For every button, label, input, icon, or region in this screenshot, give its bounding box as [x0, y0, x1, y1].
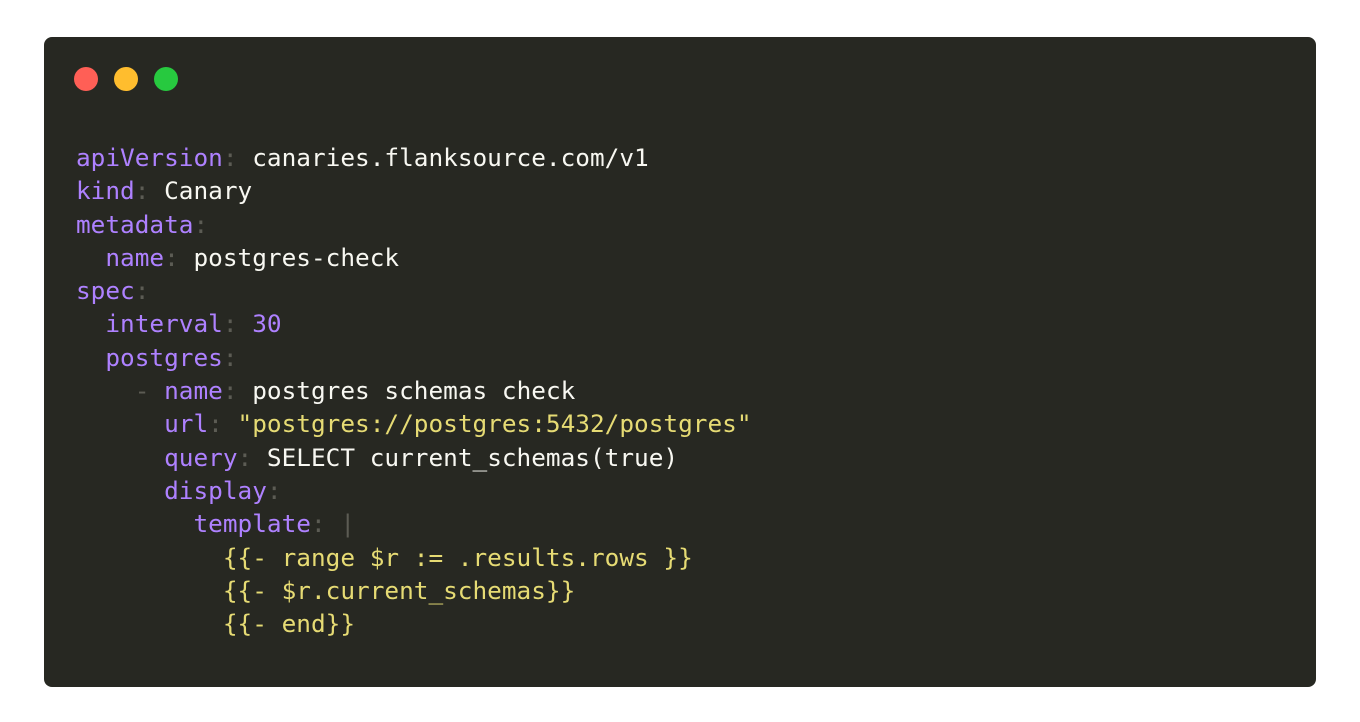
code-line: spec:: [76, 274, 752, 307]
yaml-colon: :: [266, 475, 282, 505]
yaml-value: Canary: [164, 176, 253, 206]
code-line: - name: postgres schemas check: [76, 374, 752, 407]
code-line: url: "postgres://postgres:5432/postgres": [76, 407, 752, 440]
code-line: template: |: [76, 507, 752, 540]
yaml-colon: :: [237, 442, 253, 472]
yaml-colon: :: [134, 276, 150, 306]
yaml-block-indicator: |: [340, 509, 356, 539]
yaml-colon: :: [208, 409, 223, 439]
yaml-key: name: [164, 376, 223, 406]
yaml-colon: :: [164, 242, 179, 272]
window-controls: [74, 67, 178, 91]
yaml-value: canaries.flanksource.com/v1: [252, 143, 649, 172]
code-line: interval: 30: [76, 307, 752, 340]
yaml-colon: :: [193, 209, 209, 239]
yaml-key: url: [164, 409, 209, 439]
template-text: {{- end}}: [222, 609, 356, 639]
yaml-key: kind: [76, 176, 135, 206]
code-line: {{- $r.current_schemas}}: [76, 574, 752, 607]
template-text: {{- $r.current_schemas}}: [222, 575, 576, 605]
yaml-value: postgres schemas check: [252, 376, 576, 406]
yaml-number: 30: [252, 309, 282, 339]
yaml-key: interval: [105, 309, 223, 339]
template-text: {{- range $r := .results.rows }}: [222, 542, 693, 572]
yaml-key: apiVersion: [76, 143, 223, 172]
code-line: {{- range $r := .results.rows }}: [76, 541, 752, 574]
yaml-colon: :: [310, 509, 326, 539]
code-line: {{- end}}: [76, 607, 752, 640]
minimize-button[interactable]: [114, 67, 138, 91]
yaml-key: name: [105, 242, 165, 272]
yaml-colon: :: [222, 376, 238, 406]
yaml-key: metadata: [76, 209, 194, 239]
code-line: name: postgres-check: [76, 241, 752, 274]
yaml-key: display: [164, 475, 267, 505]
code-block: apiVersion: canaries.flanksource.com/v1 k…: [76, 141, 752, 640]
yaml-key: spec: [76, 276, 135, 306]
code-line: postgres:: [76, 341, 752, 374]
code-line: metadata:: [76, 208, 752, 241]
yaml-value: postgres-check: [193, 242, 400, 272]
yaml-string: "postgres://postgres:5432/postgres": [237, 409, 752, 439]
code-window: apiVersion: canaries.flanksource.com/v1 k…: [44, 37, 1316, 687]
code-line: kind: Canary: [76, 174, 752, 207]
yaml-list-dash: -: [134, 376, 150, 406]
code-line: apiVersion: canaries.flanksource.com/v1: [76, 141, 752, 174]
code-line: query: SELECT current_schemas(true): [76, 441, 752, 474]
yaml-colon: :: [222, 309, 238, 339]
close-button[interactable]: [74, 67, 98, 91]
yaml-colon: :: [222, 342, 238, 372]
yaml-key: query: [164, 442, 238, 472]
yaml-value: SELECT current_schemas(true): [266, 442, 679, 472]
zoom-button[interactable]: [154, 67, 178, 91]
yaml-colon: :: [222, 143, 238, 172]
yaml-key: template: [193, 509, 311, 539]
code-line: display:: [76, 474, 752, 507]
yaml-key: postgres: [105, 342, 223, 372]
yaml-colon: :: [134, 176, 150, 206]
